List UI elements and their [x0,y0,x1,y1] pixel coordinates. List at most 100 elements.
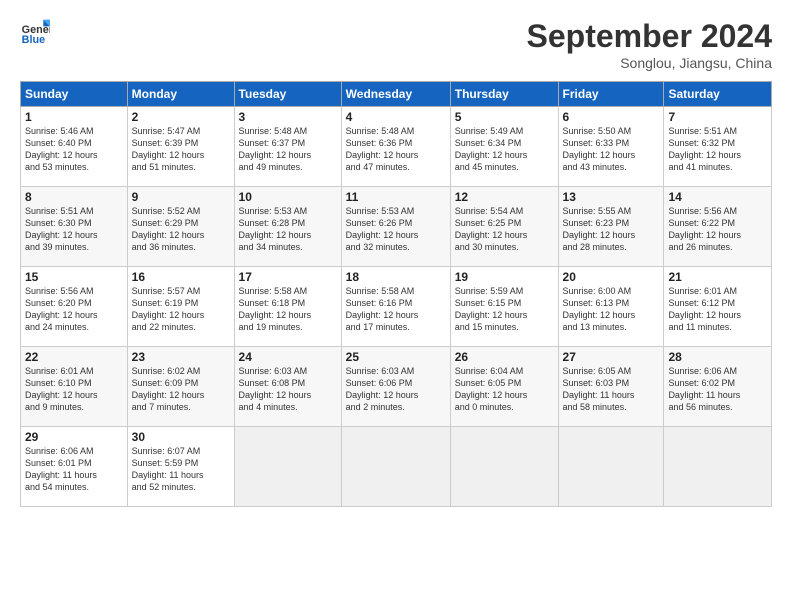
calendar-cell: 23Sunrise: 6:02 AM Sunset: 6:09 PM Dayli… [127,347,234,427]
day-info: Sunrise: 5:52 AM Sunset: 6:29 PM Dayligh… [132,205,230,254]
day-info: Sunrise: 6:06 AM Sunset: 6:02 PM Dayligh… [668,365,767,414]
logo-icon: General Blue [20,18,50,48]
weekday-header-saturday: Saturday [664,82,772,107]
day-number: 21 [668,270,767,284]
calendar-cell: 13Sunrise: 5:55 AM Sunset: 6:23 PM Dayli… [558,187,664,267]
calendar-cell: 21Sunrise: 6:01 AM Sunset: 6:12 PM Dayli… [664,267,772,347]
header: General Blue September 2024 Songlou, Jia… [20,18,772,71]
day-number: 8 [25,190,123,204]
month-title: September 2024 [527,18,772,55]
calendar-cell: 25Sunrise: 6:03 AM Sunset: 6:06 PM Dayli… [341,347,450,427]
calendar-cell: 29Sunrise: 6:06 AM Sunset: 6:01 PM Dayli… [21,427,128,507]
day-number: 15 [25,270,123,284]
day-number: 9 [132,190,230,204]
day-number: 29 [25,430,123,444]
day-number: 26 [455,350,554,364]
calendar-cell: 30Sunrise: 6:07 AM Sunset: 5:59 PM Dayli… [127,427,234,507]
day-info: Sunrise: 5:53 AM Sunset: 6:28 PM Dayligh… [239,205,337,254]
calendar-cell: 17Sunrise: 5:58 AM Sunset: 6:18 PM Dayli… [234,267,341,347]
day-info: Sunrise: 5:47 AM Sunset: 6:39 PM Dayligh… [132,125,230,174]
day-number: 22 [25,350,123,364]
day-info: Sunrise: 5:58 AM Sunset: 6:18 PM Dayligh… [239,285,337,334]
day-number: 13 [563,190,660,204]
day-number: 7 [668,110,767,124]
location: Songlou, Jiangsu, China [527,55,772,71]
calendar-cell: 28Sunrise: 6:06 AM Sunset: 6:02 PM Dayli… [664,347,772,427]
page: General Blue September 2024 Songlou, Jia… [0,0,792,612]
day-number: 16 [132,270,230,284]
day-info: Sunrise: 6:07 AM Sunset: 5:59 PM Dayligh… [132,445,230,494]
calendar-cell: 2Sunrise: 5:47 AM Sunset: 6:39 PM Daylig… [127,107,234,187]
calendar-cell [558,427,664,507]
day-info: Sunrise: 6:04 AM Sunset: 6:05 PM Dayligh… [455,365,554,414]
day-number: 11 [346,190,446,204]
day-number: 10 [239,190,337,204]
day-number: 3 [239,110,337,124]
day-number: 6 [563,110,660,124]
calendar-cell: 19Sunrise: 5:59 AM Sunset: 6:15 PM Dayli… [450,267,558,347]
calendar-week-5: 29Sunrise: 6:06 AM Sunset: 6:01 PM Dayli… [21,427,772,507]
calendar-cell [234,427,341,507]
day-info: Sunrise: 5:49 AM Sunset: 6:34 PM Dayligh… [455,125,554,174]
calendar-cell: 9Sunrise: 5:52 AM Sunset: 6:29 PM Daylig… [127,187,234,267]
day-number: 18 [346,270,446,284]
calendar-cell: 10Sunrise: 5:53 AM Sunset: 6:28 PM Dayli… [234,187,341,267]
calendar-cell: 22Sunrise: 6:01 AM Sunset: 6:10 PM Dayli… [21,347,128,427]
day-number: 4 [346,110,446,124]
day-number: 25 [346,350,446,364]
calendar-cell: 24Sunrise: 6:03 AM Sunset: 6:08 PM Dayli… [234,347,341,427]
day-number: 12 [455,190,554,204]
day-info: Sunrise: 5:58 AM Sunset: 6:16 PM Dayligh… [346,285,446,334]
day-info: Sunrise: 5:46 AM Sunset: 6:40 PM Dayligh… [25,125,123,174]
day-info: Sunrise: 5:56 AM Sunset: 6:20 PM Dayligh… [25,285,123,334]
weekday-header-thursday: Thursday [450,82,558,107]
day-number: 14 [668,190,767,204]
calendar-cell: 4Sunrise: 5:48 AM Sunset: 6:36 PM Daylig… [341,107,450,187]
calendar-week-1: 1Sunrise: 5:46 AM Sunset: 6:40 PM Daylig… [21,107,772,187]
day-info: Sunrise: 5:48 AM Sunset: 6:36 PM Dayligh… [346,125,446,174]
calendar-cell: 16Sunrise: 5:57 AM Sunset: 6:19 PM Dayli… [127,267,234,347]
svg-text:Blue: Blue [22,34,45,46]
weekday-header-sunday: Sunday [21,82,128,107]
day-number: 17 [239,270,337,284]
weekday-header-monday: Monday [127,82,234,107]
day-info: Sunrise: 6:05 AM Sunset: 6:03 PM Dayligh… [563,365,660,414]
day-info: Sunrise: 5:59 AM Sunset: 6:15 PM Dayligh… [455,285,554,334]
calendar-week-4: 22Sunrise: 6:01 AM Sunset: 6:10 PM Dayli… [21,347,772,427]
calendar-cell [341,427,450,507]
calendar-cell: 7Sunrise: 5:51 AM Sunset: 6:32 PM Daylig… [664,107,772,187]
calendar-cell: 8Sunrise: 5:51 AM Sunset: 6:30 PM Daylig… [21,187,128,267]
day-info: Sunrise: 5:51 AM Sunset: 6:32 PM Dayligh… [668,125,767,174]
calendar-cell: 5Sunrise: 5:49 AM Sunset: 6:34 PM Daylig… [450,107,558,187]
day-number: 30 [132,430,230,444]
day-info: Sunrise: 6:06 AM Sunset: 6:01 PM Dayligh… [25,445,123,494]
weekday-header-wednesday: Wednesday [341,82,450,107]
day-info: Sunrise: 5:54 AM Sunset: 6:25 PM Dayligh… [455,205,554,254]
calendar-cell [450,427,558,507]
day-info: Sunrise: 5:51 AM Sunset: 6:30 PM Dayligh… [25,205,123,254]
calendar-cell: 18Sunrise: 5:58 AM Sunset: 6:16 PM Dayli… [341,267,450,347]
day-number: 27 [563,350,660,364]
weekday-header-tuesday: Tuesday [234,82,341,107]
calendar-week-3: 15Sunrise: 5:56 AM Sunset: 6:20 PM Dayli… [21,267,772,347]
title-block: September 2024 Songlou, Jiangsu, China [527,18,772,71]
day-info: Sunrise: 5:56 AM Sunset: 6:22 PM Dayligh… [668,205,767,254]
day-info: Sunrise: 6:00 AM Sunset: 6:13 PM Dayligh… [563,285,660,334]
day-number: 28 [668,350,767,364]
calendar-cell: 12Sunrise: 5:54 AM Sunset: 6:25 PM Dayli… [450,187,558,267]
day-info: Sunrise: 5:50 AM Sunset: 6:33 PM Dayligh… [563,125,660,174]
weekday-header-friday: Friday [558,82,664,107]
calendar-cell: 27Sunrise: 6:05 AM Sunset: 6:03 PM Dayli… [558,347,664,427]
calendar-week-2: 8Sunrise: 5:51 AM Sunset: 6:30 PM Daylig… [21,187,772,267]
day-info: Sunrise: 5:48 AM Sunset: 6:37 PM Dayligh… [239,125,337,174]
calendar-cell: 3Sunrise: 5:48 AM Sunset: 6:37 PM Daylig… [234,107,341,187]
calendar-cell [664,427,772,507]
day-number: 5 [455,110,554,124]
day-info: Sunrise: 6:03 AM Sunset: 6:06 PM Dayligh… [346,365,446,414]
day-info: Sunrise: 5:53 AM Sunset: 6:26 PM Dayligh… [346,205,446,254]
day-info: Sunrise: 6:01 AM Sunset: 6:12 PM Dayligh… [668,285,767,334]
day-info: Sunrise: 6:03 AM Sunset: 6:08 PM Dayligh… [239,365,337,414]
weekday-header-row: SundayMondayTuesdayWednesdayThursdayFrid… [21,82,772,107]
calendar-cell: 20Sunrise: 6:00 AM Sunset: 6:13 PM Dayli… [558,267,664,347]
day-number: 24 [239,350,337,364]
